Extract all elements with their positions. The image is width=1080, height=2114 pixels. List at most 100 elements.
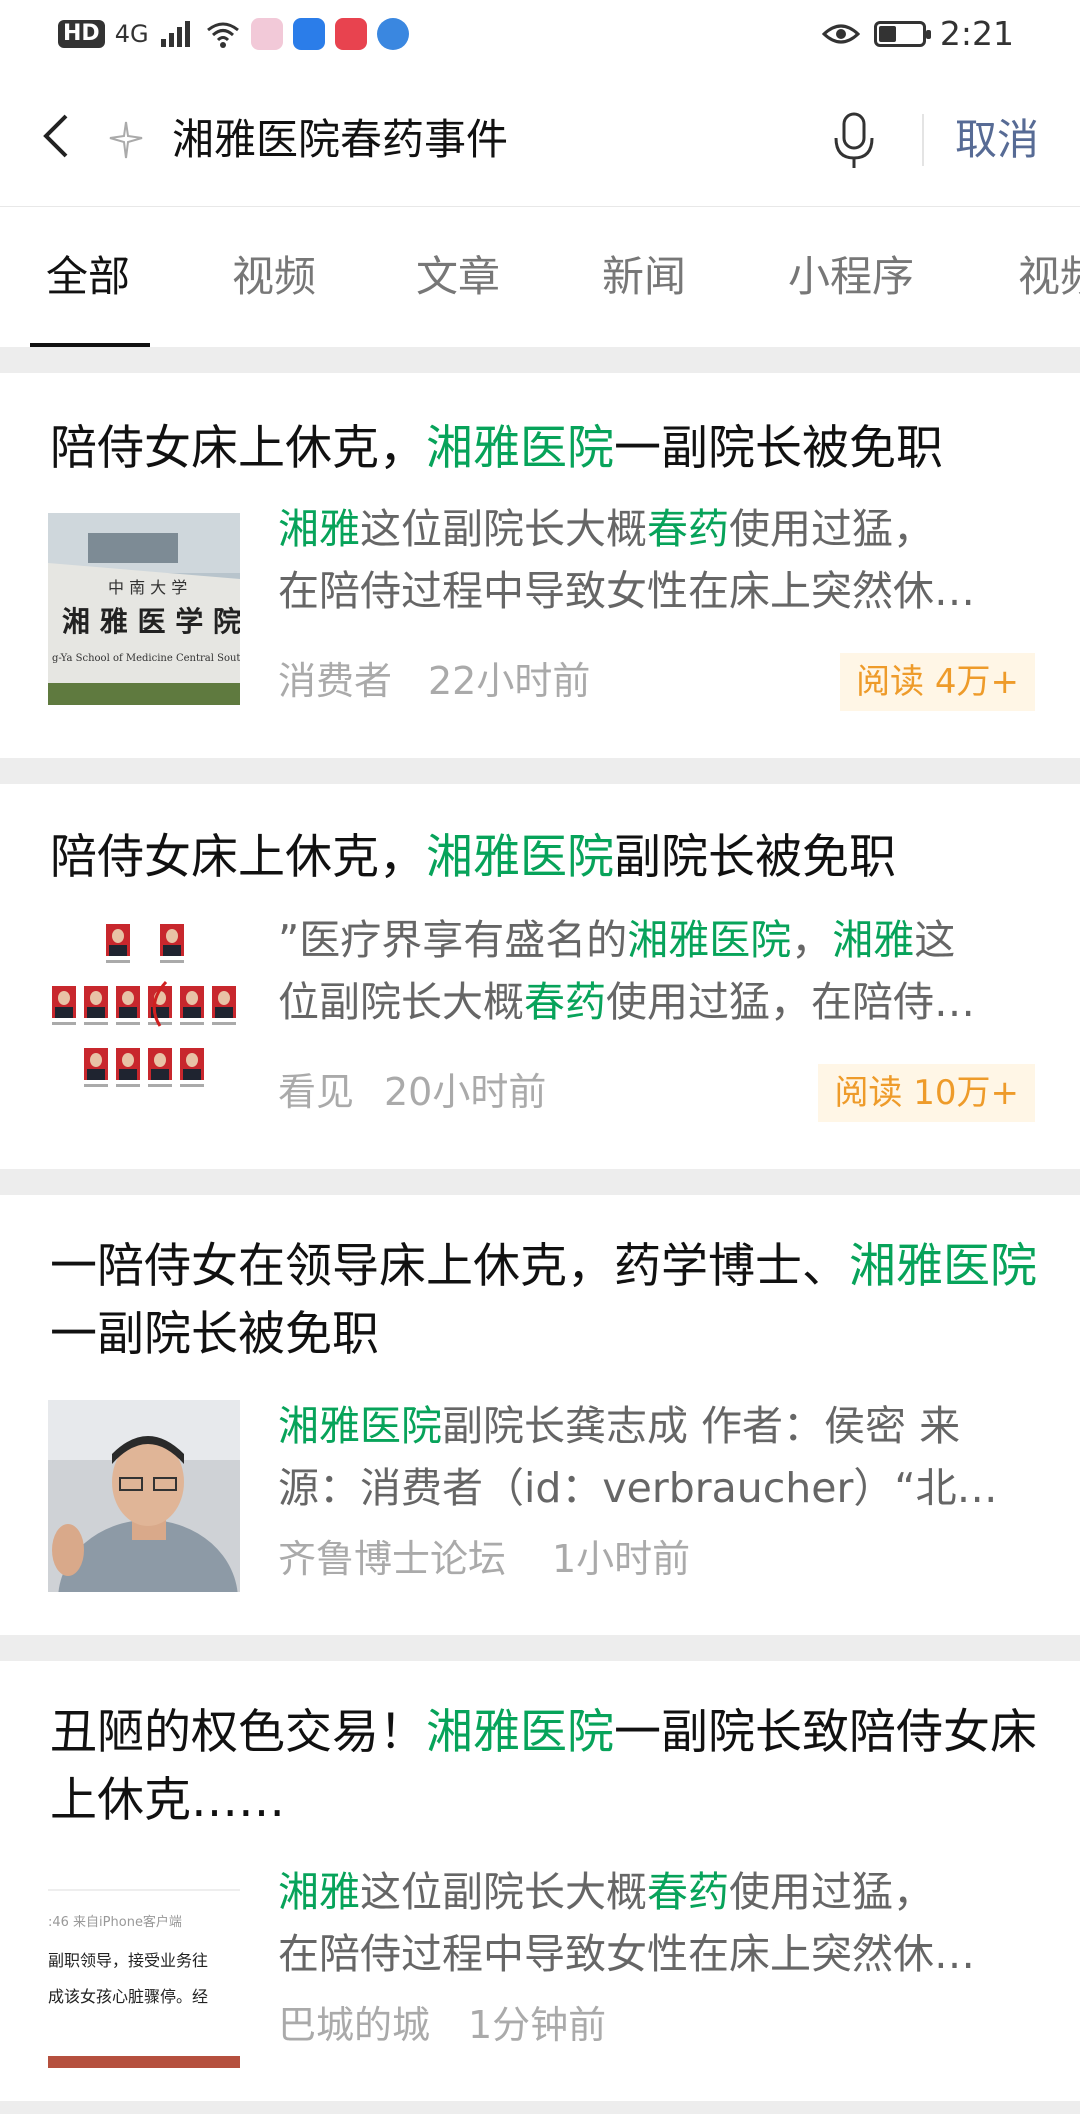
result-time: 22小时前 (428, 659, 591, 703)
read-count-badge: 阅读 10万+ (818, 1064, 1035, 1122)
result-thumbnail: 中 南 大 学 湘 雅 医 学 院 g-Ya School of Medicin… (48, 513, 240, 705)
result-card[interactable]: 丑陋的权色交易！湘雅医院一副院长致陪侍女床上休克…… :46 来自iPhone客… (0, 1661, 1080, 2101)
result-time: 1小时前 (552, 1537, 691, 1581)
network-label: 4G (114, 20, 149, 48)
text-segment: 使用过猛，在陪侍… (606, 978, 975, 1026)
tab-all[interactable]: 全部 (46, 247, 130, 307)
sign-main-text: 湘 雅 医 学 院 (62, 605, 240, 638)
result-card[interactable]: 陪侍女床上休克，湘雅医院副院长被免职 ”医疗界享有盛名的湘雅医院，湘雅这 位副院… (0, 784, 1080, 1169)
result-source[interactable]: 消费者 (278, 655, 392, 707)
bulb-app-icon (292, 18, 325, 50)
text-segment: 副院长被免职 (614, 830, 896, 885)
status-bar: HD 4G 2:21 (0, 0, 1080, 72)
text-segment: 这位副院长大概 (360, 505, 647, 553)
result-time: 20小时前 (384, 1070, 547, 1114)
microphone-icon[interactable] (828, 110, 880, 170)
sign-english-text: g-Ya School of Medicine Central South Un… (52, 653, 240, 664)
back-arrow-icon[interactable] (30, 106, 90, 166)
text-segment: 一副院长被免职 (614, 421, 943, 476)
result-snippet: ”医疗界享有盛名的湘雅医院，湘雅这 位副院长大概春药使用过猛，在陪侍… (278, 909, 1030, 1033)
result-card[interactable]: 陪侍女床上休克，湘雅医院一副院长被免职 中 南 大 学 湘 雅 医 学 院 g-… (0, 373, 1080, 758)
snippet-line-2: 在陪侍过程中导致女性在床上突然休… (278, 1930, 975, 1978)
signal-icon (160, 21, 190, 47)
app-notification-icon (250, 18, 283, 50)
result-thumbnail (48, 914, 240, 1106)
status-left: HD 4G (58, 18, 409, 50)
highlight-term: 湘雅医院 (426, 1705, 614, 1760)
result-thumbnail (48, 1400, 240, 1592)
search-sparkle-icon (109, 121, 143, 159)
text-segment: 使用过猛， (729, 1868, 934, 1916)
text-segment: 位副院长大概 (278, 978, 524, 1026)
status-right: 2:21 (821, 14, 1014, 53)
highlight-term: 湘雅医院 (849, 1239, 1037, 1294)
battery-icon (873, 20, 931, 47)
text-segment: 陪侍女床上休克， (50, 421, 426, 476)
result-title[interactable]: 陪侍女床上休克，湘雅医院一副院长被免职 (50, 415, 1040, 483)
snippet-line-1: ”医疗界享有盛名的湘雅医院，湘雅这 (278, 916, 955, 964)
text-segment: 一副院长被免职 (50, 1307, 379, 1362)
tab-news[interactable]: 新闻 (602, 247, 686, 307)
snippet-line-2: 在陪侍过程中导致女性在床上突然休… (278, 567, 975, 615)
screenshot-line-2: 副职领导，接受业务往 (48, 1951, 208, 1970)
search-divider (922, 114, 924, 166)
snippet-line-1: 湘雅这位副院长大概春药使用过猛， (278, 1868, 934, 1916)
highlight-term: 湘雅 (832, 916, 915, 964)
result-snippet: 湘雅这位副院长大概春药使用过猛， 在陪侍过程中导致女性在床上突然休… (278, 498, 1030, 622)
result-source[interactable]: 巴城的城 (278, 1999, 430, 2051)
highlight-term: 湘雅医院 (426, 421, 614, 476)
search-input[interactable]: 湘雅医院春药事件 (172, 110, 508, 170)
highlight-term: 春药 (647, 1868, 729, 1916)
result-time: 1分钟前 (468, 2003, 607, 2047)
wifi-icon (206, 22, 239, 48)
cancel-button[interactable]: 取消 (955, 110, 1039, 170)
text-segment: ”医疗界享有盛名的 (278, 916, 628, 964)
tab-mini-programs[interactable]: 小程序 (788, 247, 914, 307)
result-snippet: 湘雅这位副院长大概春药使用过猛， 在陪侍过程中导致女性在床上突然休… (278, 1861, 1030, 1985)
result-source[interactable]: 齐鲁博士论坛 (278, 1533, 506, 1585)
text-segment: 这 (914, 916, 956, 964)
highlight-term: 湘雅医院 (278, 1402, 442, 1450)
book-app-icon (334, 18, 367, 50)
text-segment: 这位副院长大概 (360, 1868, 647, 1916)
snippet-line-1: 湘雅医院副院长龚志成 作者：侯密 来 (278, 1402, 960, 1450)
tab-articles[interactable]: 文章 (416, 247, 500, 307)
battery-level (878, 25, 896, 42)
highlight-term: 春药 (524, 978, 606, 1026)
screenshot-line-1: :46 来自iPhone客户端 (48, 1914, 182, 1930)
result-snippet: 湘雅医院副院长龚志成 作者：侯密 来 源：消费者（id：verbraucher）… (278, 1395, 1030, 1519)
hd-badge: HD (58, 20, 105, 48)
snippet-line-1: 湘雅这位副院长大概春药使用过猛， (278, 505, 934, 553)
tab-video[interactable]: 视频 (232, 247, 316, 307)
search-bar: 湘雅医院春药事件 取消 (0, 72, 1080, 206)
text-segment: 一陪侍女在领导床上休克，药学博士、 (50, 1239, 849, 1294)
sign-top-text: 中 南 大 学 (108, 578, 187, 597)
read-count-badge: 阅读 4万+ (840, 653, 1035, 711)
text-segment: ， (791, 916, 833, 964)
highlight-term: 湘雅医院 (627, 916, 792, 964)
section-gap (0, 2101, 1080, 2114)
highlight-term: 春药 (647, 505, 729, 553)
eye-comfort-icon (821, 24, 860, 43)
text-segment: 丑陋的权色交易！ (50, 1705, 426, 1760)
tab-channels[interactable]: 视频 (1018, 247, 1080, 307)
result-source[interactable]: 看见 (278, 1066, 354, 1118)
result-title[interactable]: 陪侍女床上休克，湘雅医院副院长被免职 (50, 824, 1040, 892)
result-title[interactable]: 丑陋的权色交易！湘雅医院一副院长致陪侍女床上休克…… (50, 1699, 1040, 1835)
section-gap (0, 1169, 1080, 1195)
highlight-term: 湘雅 (278, 505, 360, 553)
browser-app-icon (376, 18, 409, 50)
screenshot-line-3: 成该女孩心脏骤停。经 (48, 1987, 208, 2006)
highlight-term: 湘雅 (278, 1868, 360, 1916)
text-segment: 副院长龚志成 作者：侯密 来 (442, 1402, 961, 1450)
section-gap (0, 1635, 1080, 1661)
result-card[interactable]: 一陪侍女在领导床上休克，药学博士、湘雅医院一副院长被免职 湘雅医院副院长龚志成 … (0, 1195, 1080, 1635)
snippet-line-2: 源：消费者（id：verbraucher）“北… (278, 1464, 998, 1512)
section-gap (0, 347, 1080, 373)
filter-tabs: 全部 视频 文章 新闻 小程序 视频 (0, 207, 1080, 347)
result-title[interactable]: 一陪侍女在领导床上休克，药学博士、湘雅医院一副院长被免职 (50, 1233, 1040, 1369)
highlight-term: 湘雅医院 (426, 830, 614, 885)
snippet-line-2: 位副院长大概春药使用过猛，在陪侍… (278, 971, 1030, 1033)
section-gap (0, 758, 1080, 784)
text-segment: 陪侍女床上休克， (50, 830, 426, 885)
